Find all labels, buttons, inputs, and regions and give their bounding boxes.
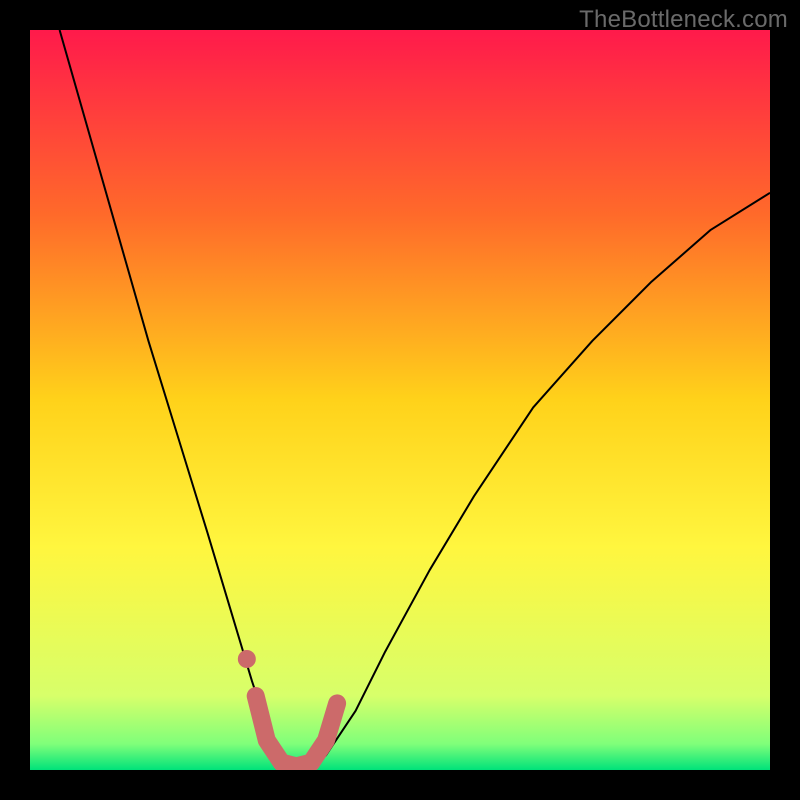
gradient-bg: [30, 30, 770, 770]
watermark-text: TheBottleneck.com: [579, 6, 788, 34]
chart-frame: TheBottleneck.com: [0, 0, 800, 800]
plot-area: [30, 30, 770, 770]
chart-svg: [30, 30, 770, 770]
series-highlight-dot-pt: [238, 650, 256, 668]
